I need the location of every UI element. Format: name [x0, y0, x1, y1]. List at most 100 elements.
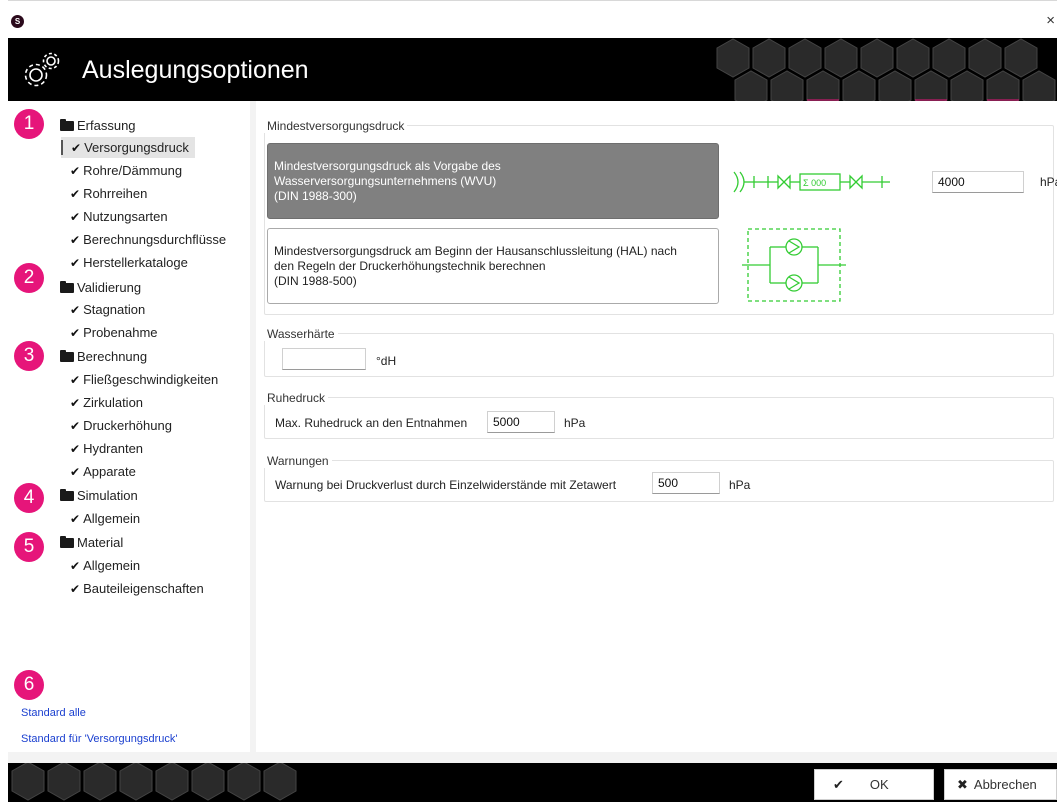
wasserhaerte-input[interactable]	[282, 348, 366, 370]
tree-item-zirkulation[interactable]: ✔ Zirkulation	[70, 392, 149, 413]
tree-item-simulation-allgemein[interactable]: ✔ Allgemein	[70, 508, 146, 529]
standard-current-link[interactable]: Standard für 'Versorgungsdruck'	[21, 733, 177, 745]
water-meter-schematic-icon: Σ 000	[733, 171, 890, 193]
option-text-line: (DIN 1988-300)	[274, 189, 357, 203]
ok-button[interactable]: ✔ OK	[814, 769, 934, 800]
check-icon: ✔	[70, 395, 81, 410]
check-icon: ✔	[70, 441, 81, 456]
tree-item-rohre-daemmung[interactable]: ✔ Rohre/Dämmung	[70, 160, 188, 181]
tree-item-label: Rohrreihen	[83, 186, 148, 201]
app-logo-icon: S	[11, 15, 24, 28]
tree-item-label: Herstellerkataloge	[83, 255, 188, 270]
unit-label: hPa	[564, 416, 586, 430]
check-icon: ✔	[70, 232, 81, 247]
tree-item-apparate[interactable]: ✔ Apparate	[70, 461, 142, 482]
step-badge-5: 5	[14, 532, 44, 562]
option-text-line: Mindestversorgungsdruck als Vorgabe des	[274, 159, 501, 173]
folder-open-icon	[60, 535, 74, 548]
tree-item-label: Hydranten	[83, 441, 144, 456]
tree-item-probenahme[interactable]: ✔ Probenahme	[70, 322, 164, 343]
option-text-line: (DIN 1988-500)	[274, 274, 357, 288]
tree-item-versorgungsdruck[interactable]: ✔ Versorgungsdruck	[61, 137, 195, 158]
option-wvu-button[interactable]: Mindestversorgungsdruck als Vorgabe des …	[267, 143, 719, 219]
tree-item-druckerhoehung[interactable]: ✔ Druckerhöhung	[70, 415, 178, 436]
options-content: Mindestversorgungsdruck Mindestversorgun…	[256, 101, 1057, 752]
category-label: Validierung	[77, 280, 142, 295]
option-text-line: Wasserversorgungsunternehmens (WVU)	[274, 174, 497, 188]
close-icon[interactable]: ×	[1046, 12, 1055, 29]
pump-station-schematic-icon	[742, 228, 846, 302]
option-text-line: den Regeln der Druckerhöhungstechnik ber…	[274, 259, 546, 273]
tree-category-berechnung[interactable]: Berechnung	[60, 349, 147, 364]
check-icon: ✔	[70, 302, 81, 317]
folder-open-icon	[60, 118, 74, 131]
cancel-button-label: Abbrechen	[973, 777, 1037, 792]
folder-open-icon	[60, 280, 74, 293]
tree-item-hydranten[interactable]: ✔ Hydranten	[70, 438, 149, 459]
tree-item-bauteileigenschaften[interactable]: ✔ Bauteileigenschaften	[70, 578, 210, 599]
category-label: Erfassung	[77, 118, 136, 133]
tree-item-rohrreihen[interactable]: ✔ Rohrreihen	[70, 183, 153, 204]
zetawert-input[interactable]	[652, 472, 720, 494]
tree-item-label: Stagnation	[83, 302, 146, 317]
ruhedruck-input[interactable]	[487, 411, 555, 433]
group-title: Warnungen	[264, 454, 332, 468]
check-icon: ✔	[70, 255, 81, 270]
tree-item-label: Probenahme	[83, 325, 158, 340]
ruhedruck-label: Max. Ruhedruck an den Entnahmen	[275, 416, 468, 430]
check-icon: ✔	[70, 372, 81, 387]
step-badge-1: 1	[14, 109, 44, 139]
tree-category-validierung[interactable]: Validierung	[60, 280, 141, 295]
hexagon-pattern-decoration	[716, 38, 1056, 101]
folder-open-icon	[60, 488, 74, 501]
check-icon: ✔	[70, 464, 81, 479]
tree-category-erfassung[interactable]: Erfassung	[60, 118, 136, 133]
tree-item-stagnation[interactable]: ✔ Stagnation	[70, 299, 151, 320]
mindestversorgungsdruck-input[interactable]	[932, 171, 1024, 193]
tree-item-label: Zirkulation	[83, 395, 144, 410]
unit-label: °dH	[376, 354, 397, 368]
meter-label: Σ 000	[803, 178, 826, 188]
check-icon: ✔	[70, 511, 81, 526]
tree-category-material[interactable]: Material	[60, 535, 123, 550]
tree-item-label: Druckerhöhung	[83, 418, 172, 433]
group-title: Wasserhärte	[264, 327, 338, 341]
tree-item-herstellerkataloge[interactable]: ✔ Herstellerkataloge	[70, 252, 194, 273]
option-hal-button[interactable]: Mindestversorgungsdruck am Beginn der Ha…	[267, 228, 719, 304]
folder-open-icon	[60, 349, 74, 362]
selection-indicator	[61, 140, 63, 155]
warnung-label: Warnung bei Druckverlust durch Einzelwid…	[275, 478, 617, 492]
check-icon: ✔	[71, 140, 82, 155]
cancel-button[interactable]: ✖ Abbrechen	[944, 769, 1057, 800]
tree-item-label: Berechnungsdurchflüsse	[83, 232, 227, 247]
tree-item-label: Bauteileigenschaften	[83, 581, 204, 596]
tree-item-berechnungsdurchfluesse[interactable]: ✔ Berechnungsdurchflüsse	[70, 229, 232, 250]
group-title: Ruhedruck	[264, 391, 329, 405]
check-icon: ✔	[833, 776, 844, 792]
tree-item-label: Fließgeschwindigkeiten	[83, 372, 219, 387]
dialog-window: S × Auslegungsoptionen Erfassung ✔ Verso…	[8, 0, 1057, 802]
tree-item-label: Allgemein	[83, 558, 141, 573]
check-icon: ✔	[70, 325, 81, 340]
tree-item-material-allgemein[interactable]: ✔ Allgemein	[70, 555, 146, 576]
tree-item-label: Apparate	[83, 464, 136, 479]
tree-item-fliessgeschwindigkeiten[interactable]: ✔ Fließgeschwindigkeiten	[70, 369, 224, 390]
standard-all-link[interactable]: Standard alle	[21, 707, 86, 719]
step-badge-4: 4	[14, 483, 44, 513]
check-icon: ✔	[70, 186, 81, 201]
ok-button-label: OK	[869, 777, 889, 792]
step-badge-3: 3	[14, 341, 44, 371]
category-label: Simulation	[77, 488, 138, 503]
category-label: Berechnung	[77, 349, 148, 364]
dialog-title: Auslegungsoptionen	[82, 56, 309, 84]
tree-item-label: Versorgungsdruck	[84, 140, 189, 155]
options-sidebar: Erfassung ✔ Versorgungsdruck ✔ Rohre/Däm…	[8, 101, 250, 752]
check-icon: ✔	[70, 418, 81, 433]
check-icon: ✔	[70, 581, 81, 596]
tree-item-label: Rohre/Dämmung	[83, 163, 183, 178]
tree-item-nutzungsarten[interactable]: ✔ Nutzungsarten	[70, 206, 174, 227]
tree-category-simulation[interactable]: Simulation	[60, 488, 138, 503]
gears-icon	[24, 52, 60, 87]
option-text-line: Mindestversorgungsdruck am Beginn der Ha…	[274, 244, 677, 258]
check-icon: ✔	[70, 209, 81, 224]
